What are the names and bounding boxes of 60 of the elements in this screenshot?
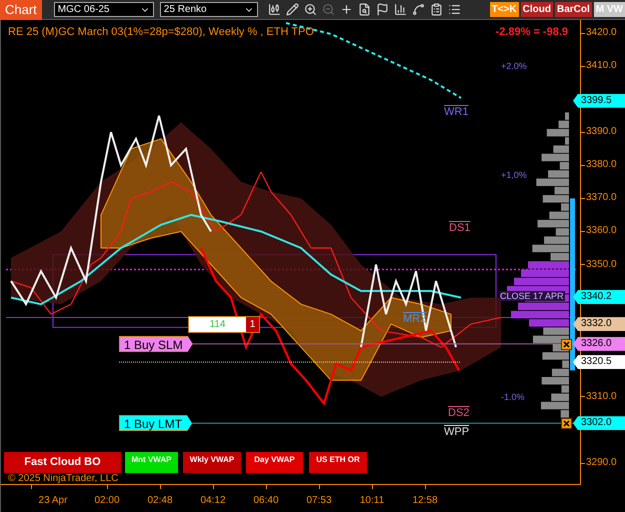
chart-title: RE 25 (M)GC March 03(1%=28p=$280), Weekly % , ETH TPO [8, 25, 314, 40]
clipboard-icon[interactable] [430, 3, 443, 16]
price-tick-label: 3350.0 [586, 258, 617, 271]
price-marker: 3326.0 [573, 336, 625, 351]
time-tick-label: 02:48 [147, 494, 173, 508]
indicator-button[interactable]: Wkly VWAP [183, 452, 241, 473]
pencil-icon[interactable] [286, 3, 299, 16]
time-tick-label: 12:58 [412, 494, 438, 508]
bar-type-dropdown[interactable]: 25 Renko [160, 2, 258, 17]
indicator-button[interactable]: US ETH OR [309, 452, 367, 473]
price-marker: 3399.5 [573, 94, 625, 108]
price-marker: 3302.0 [573, 416, 625, 430]
flag-icon[interactable] [376, 3, 389, 16]
price-tick-label: 3420.0 [586, 27, 617, 39]
price-tick-label: 3370.0 [586, 192, 617, 204]
toggle-button[interactable]: Cloud [520, 2, 553, 17]
position-count: 1 [246, 317, 259, 332]
order-label[interactable]: 1 Buy LMT [119, 415, 192, 432]
zoom-in-icon[interactable] [304, 3, 317, 16]
position-quantity: 114 [189, 317, 246, 332]
line-tool-icon[interactable] [412, 3, 425, 16]
zoom-out-icon[interactable] [322, 3, 335, 16]
chart-button[interactable]: Chart [0, 0, 42, 20]
time-tick-label: 06:40 [253, 494, 279, 508]
time-tick-label: 07:53 [306, 494, 332, 508]
price-marker: 3332.0 [573, 317, 625, 332]
profile-label: CLOSE 17 APR [499, 290, 565, 301]
bar-chart-icon[interactable] [394, 3, 407, 16]
document-search-icon[interactable] [358, 3, 371, 16]
percent-level-label: -1.0% [501, 392, 525, 402]
list-icon[interactable] [448, 3, 461, 16]
price-tick-label: 3380.0 [586, 159, 617, 172]
copyright-text: © 2025 NinjaTrader, LLC [8, 473, 118, 484]
price-marker: 3320.5 [573, 355, 625, 370]
toggle-button[interactable]: BarCol [554, 2, 592, 17]
close-order-icon[interactable] [561, 338, 572, 350]
percent-level-label: +1,0% [501, 170, 527, 180]
candlestick-icon[interactable] [268, 3, 281, 16]
percent-level-label: +2.0% [501, 61, 527, 72]
pivot-label: DS2 [448, 407, 470, 420]
pivot-label: WR1 [444, 106, 468, 118]
price-marker: 3340.2 [573, 290, 625, 304]
pivot-label: WPP [444, 426, 470, 438]
instrument-dropdown[interactable]: MGC 06-25 [54, 2, 154, 17]
price-tick-label: 3390.0 [586, 126, 617, 138]
price-tick-label: 3290.0 [586, 457, 617, 469]
change-reading: -2.89% = -98.9 [496, 25, 568, 40]
price-tick-label: 3310.0 [586, 390, 617, 403]
time-tick-label: 02:00 [94, 494, 120, 508]
pivot-label: DS1 [449, 222, 470, 234]
indicator-button[interactable]: Fast Cloud BO [4, 452, 121, 473]
time-tick-label: 10:11 [360, 494, 384, 508]
crosshair-icon[interactable] [340, 3, 353, 16]
order-label[interactable]: 1 Buy SLM [119, 336, 193, 352]
price-tick-label: 3410.0 [586, 60, 617, 72]
price-tick-label: 3360.0 [586, 225, 617, 238]
time-tick-label: 04:12 [200, 494, 226, 508]
close-order-icon[interactable] [561, 418, 572, 430]
indicator-button[interactable]: Day VWAP [246, 452, 303, 473]
time-tick-label: 23 Apr [38, 494, 68, 508]
